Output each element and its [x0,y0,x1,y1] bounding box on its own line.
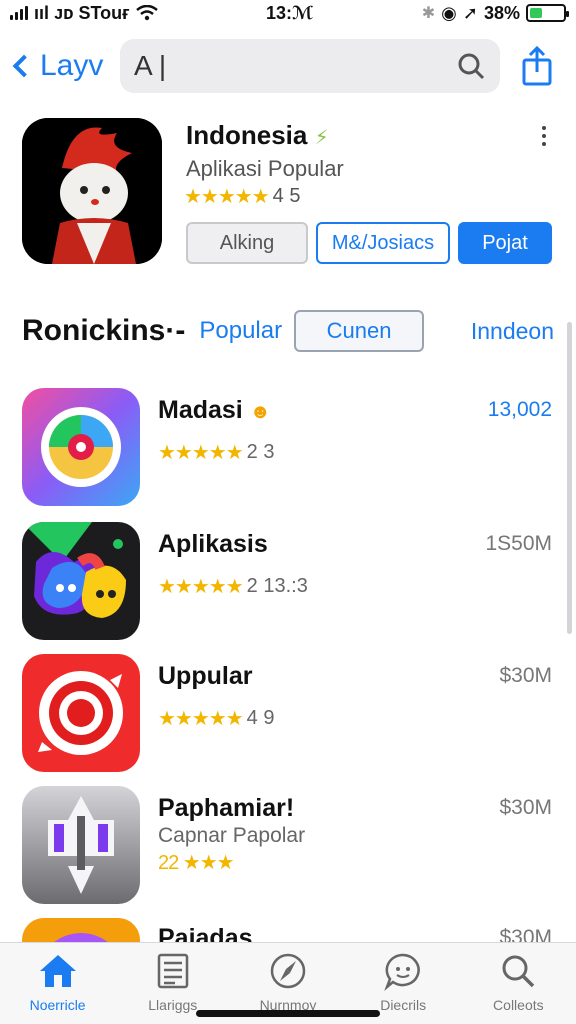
location-icon: ➚ [462,2,478,23]
more-options-icon[interactable] [540,126,548,150]
app-name: Uppular [158,662,253,690]
app-icon[interactable] [22,918,140,942]
mascot-icon [22,118,162,264]
status-left: ııl ᴊᴅ STouғ [10,3,158,24]
app-icon[interactable] [22,522,140,640]
home-icon [39,955,76,987]
featured-subtitle: Aplikasi Popular [186,156,344,181]
alking-button[interactable]: Alking [186,222,308,264]
tab-search[interactable]: Colleots [463,943,573,1024]
app-price[interactable]: 13,002 [488,398,552,422]
featured-rating: ★★★★★ 4 5 [184,184,300,209]
back-label: Layv [40,49,104,82]
battery-fill [529,8,543,18]
target-icon [22,654,140,772]
list-item[interactable]: Uppular ★★★★★ 4 9 $30M [22,654,554,774]
verified-badge-icon: ☻ [249,401,271,423]
app-icon[interactable] [22,654,140,772]
chat-icon [384,953,420,991]
tab-indonesia[interactable]: Inndeon [471,318,554,345]
search-icon [458,53,485,80]
app-price[interactable]: $30M [499,796,552,820]
featured-actions: Alking M&/Josiacs Pojat [186,222,552,264]
star-rating-icon: ★★★★★ [158,708,244,730]
bolt-icon: ⚡ [314,127,329,149]
app-rating: 22 ★★★ [158,850,235,875]
tab-popular[interactable]: Popular [199,317,282,345]
app-rating: ★★★★★ 4 9 [158,707,275,730]
battery-percent: 38% [483,2,520,23]
status-bar: ııl ᴊᴅ STouғ 13:ℳ ✱ ◉ ➚ 38% [0,0,576,26]
tab-label: Diecrils [380,997,427,1013]
app-subtitle: Capnar Papolar [158,824,306,847]
featured-title: Indonesia ⚡ [186,120,329,150]
app-icon[interactable] [22,388,140,506]
list-item[interactable]: Paphamiar! Capnar Papolar 22 ★★★ $30M [22,786,554,906]
app-name: Paiadas [158,924,253,942]
app-rating: ★★★★★ 2 3 [158,441,275,464]
featured-app-icon[interactable] [22,118,162,264]
app-icon[interactable] [22,786,140,904]
chat-bubbles-icon [22,522,140,640]
featured-app[interactable]: Indonesia ⚡ Aplikasi Popular ★★★★★ 4 5 A… [22,118,554,268]
app-name: Paphamiar! [158,794,295,822]
search-value: A | [134,50,167,81]
star-rating-icon: ★★★★★ [158,442,244,464]
app-price[interactable]: $30M [499,664,552,688]
app-name: Aplikasis [158,530,268,558]
scrollbar[interactable] [567,322,572,634]
arrows-icon [22,786,140,904]
nav-bar: Layv A | [0,36,576,96]
home-indicator[interactable] [196,1010,380,1017]
compass-icon [270,953,306,989]
list-item[interactable]: Aplikasis ★★★★★ 2 13.:3 1S50M [22,522,554,642]
share-icon[interactable] [520,46,554,86]
app-price[interactable]: 1S50M [485,532,552,556]
list-item[interactable]: Paiadas $30M [22,918,554,942]
signal-icon [10,6,28,20]
star-rating-icon: ★★★★★ [158,576,244,598]
tab-label: Llariggs [148,997,198,1013]
tab-label: Noerricle [29,997,86,1013]
carrier-text: ııl ᴊᴅ STouғ [34,2,130,23]
app-rating: ★★★★★ 2 13.:3 [158,575,308,598]
section-title: Ronickins·- [22,314,186,347]
clock-text: 13:ℳ [266,2,314,23]
list-icon [157,953,189,989]
app-price[interactable]: $30M [499,926,552,942]
star-rating-icon: 22 ★★★ [158,852,235,874]
search-input[interactable]: A | [120,39,500,93]
chevron-left-icon [12,54,36,78]
status-right: ✱ ◉ ➚ 38% [421,2,569,24]
camera-lens-icon [22,388,140,506]
battery-icon [525,4,569,22]
back-button[interactable]: Layv [10,49,120,83]
list-item[interactable]: Madasi ☻ ★★★★★ 2 3 13,002 [22,388,554,508]
tab-home[interactable]: Noerricle [3,943,113,1024]
get-button[interactable]: Pojat [458,222,552,264]
mjosiacs-button[interactable]: M&/Josiacs [316,222,450,264]
app-name: Madasi ☻ [158,396,271,424]
star-rating-icon: ★★★★★ [184,186,270,208]
tab-label: Colleots [493,997,544,1013]
bluetooth-icon: ✱ [421,5,436,22]
tab-current[interactable]: Cunen [294,310,425,352]
wifi-icon [135,5,158,21]
section-header: Ronickins·- Popular Cunen Inndeon [22,306,554,356]
featured-rating-value: 4 5 [272,185,301,207]
alarm-icon: ◉ [441,2,457,23]
search-icon [502,955,535,988]
app-logo-icon [22,918,140,942]
